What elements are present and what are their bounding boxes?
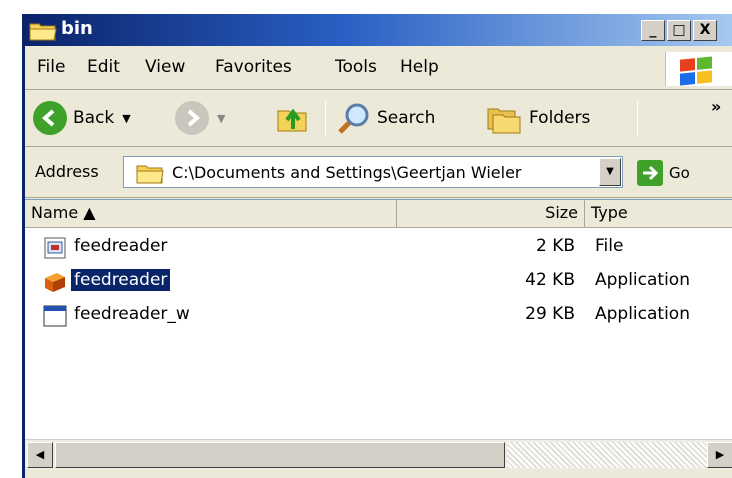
folders-button[interactable]: Folders — [485, 101, 590, 135]
column-header-type[interactable]: Type — [585, 200, 732, 228]
file-size: 2 KB — [535, 236, 575, 256]
address-bar: Address C:\Documents and Settings\Geertj… — [25, 148, 732, 198]
toolbar-separator — [325, 101, 326, 137]
close-button[interactable]: X — [693, 20, 717, 41]
go-label: Go — [669, 164, 690, 182]
address-value[interactable]: C:\Documents and Settings\Geertjan Wiele… — [172, 163, 562, 182]
file-row[interactable]: feedreader_w 29 KB Application — [25, 300, 732, 334]
file-name[interactable]: feedreader — [71, 269, 171, 291]
back-arrow-icon — [33, 101, 67, 135]
address-dropdown-button[interactable]: ▼ — [599, 158, 621, 186]
chevron-down-icon[interactable]: ▼ — [122, 112, 130, 125]
address-input[interactable]: C:\Documents and Settings\Geertjan Wiele… — [123, 156, 623, 188]
window-title: bin — [61, 18, 93, 39]
file-row[interactable]: feedreader 2 KB File — [25, 232, 732, 266]
folder-icon — [29, 23, 57, 41]
file-name[interactable]: feedreader — [71, 235, 170, 257]
go-arrow-icon — [637, 160, 663, 186]
menu-favorites[interactable]: Favorites — [215, 57, 292, 77]
file-row[interactable]: feedreader 42 KB Application — [25, 266, 732, 300]
go-button[interactable]: Go — [637, 160, 690, 186]
file-size: 29 KB — [525, 304, 575, 324]
toolbar-separator — [637, 101, 638, 137]
address-label: Address — [35, 162, 99, 181]
file-list: Name ▲ Size Type feedreader 2 KB File fe… — [25, 199, 732, 439]
horizontal-scrollbar[interactable]: ◀ ▶ — [25, 439, 732, 469]
windows-flag-icon — [680, 56, 712, 86]
title-bar[interactable]: bin _ □ X — [25, 14, 732, 46]
menu-file[interactable]: File — [37, 57, 65, 77]
file-type: Application — [595, 270, 690, 290]
back-button[interactable]: Back ▼ — [33, 101, 131, 135]
up-folder-button[interactable] — [275, 101, 309, 135]
folders-label: Folders — [529, 108, 591, 128]
back-label: Back — [73, 108, 115, 128]
toolbar: Back ▼ ▼ Search Folders » — [25, 91, 732, 147]
folders-icon — [487, 108, 521, 134]
menu-bar: File Edit View Favorites Tools Help — [25, 46, 732, 90]
scroll-right-button[interactable]: ▶ — [707, 442, 732, 468]
maximize-button[interactable]: □ — [667, 20, 691, 41]
menu-tools[interactable]: Tools — [335, 57, 377, 77]
folder-up-icon — [277, 108, 307, 132]
column-header-name[interactable]: Name ▲ — [25, 200, 397, 228]
file-name[interactable]: feedreader_w — [71, 303, 193, 325]
folder-icon — [136, 165, 164, 184]
menu-edit[interactable]: Edit — [87, 57, 120, 77]
search-label: Search — [377, 108, 436, 128]
file-type: File — [595, 236, 624, 256]
window-app-icon — [43, 305, 67, 327]
menu-help[interactable]: Help — [400, 57, 439, 77]
application-icon — [45, 273, 65, 292]
forward-button[interactable]: ▼ — [175, 101, 225, 135]
search-icon — [338, 103, 369, 134]
generic-file-icon — [44, 237, 66, 259]
forward-arrow-icon — [175, 101, 209, 135]
column-header-size[interactable]: Size — [397, 200, 585, 228]
menu-view[interactable]: View — [145, 57, 185, 77]
minimize-button[interactable]: _ — [641, 20, 665, 41]
chevron-down-icon[interactable]: ▼ — [217, 112, 225, 125]
windows-logo — [665, 52, 732, 86]
scrollbar-thumb[interactable] — [55, 442, 505, 468]
file-type: Application — [595, 304, 690, 324]
scroll-left-button[interactable]: ◀ — [27, 442, 53, 468]
scrollbar-track[interactable] — [507, 442, 707, 468]
file-size: 42 KB — [525, 270, 575, 290]
toolbar-overflow-icon[interactable]: » — [711, 97, 721, 116]
explorer-window: bin _ □ X File Edit View Favorites Tools… — [22, 14, 732, 478]
search-button[interactable]: Search — [337, 101, 435, 135]
